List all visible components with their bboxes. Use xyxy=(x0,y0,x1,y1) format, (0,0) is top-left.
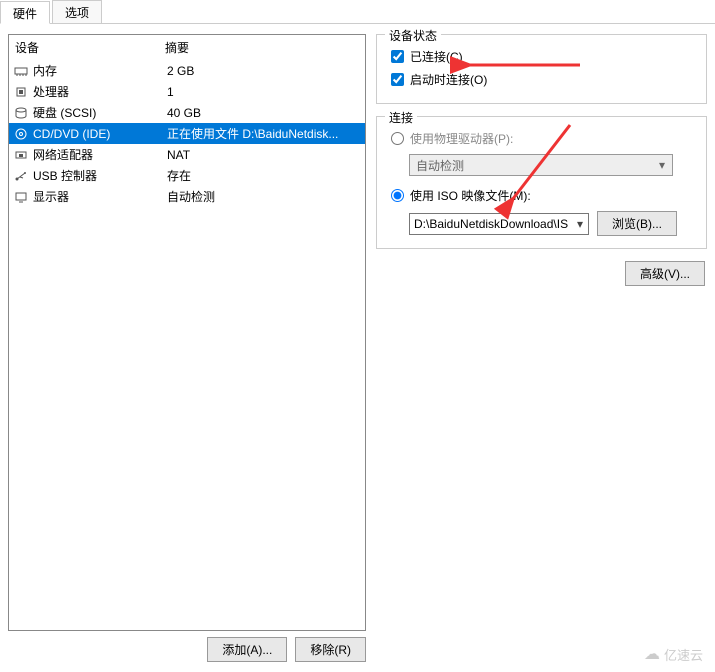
device-summary: 2 GB xyxy=(167,64,361,78)
connection-group: 连接 使用物理驱动器(P): 使用 ISO 映像文件(M): 浏览(B)... xyxy=(376,116,707,249)
add-button[interactable]: 添加(A)... xyxy=(207,637,287,662)
device-row[interactable]: 处理器 1 xyxy=(9,81,365,102)
cpu-icon xyxy=(13,85,29,99)
device-row[interactable]: 硬盘 (SCSI) 40 GB xyxy=(9,102,365,123)
iso-file-radio[interactable] xyxy=(391,189,404,202)
device-status-title: 设备状态 xyxy=(385,27,441,44)
watermark-text: 亿速云 xyxy=(664,645,703,664)
advanced-button[interactable]: 高级(V)... xyxy=(625,261,705,286)
memory-icon xyxy=(13,64,29,78)
device-name: 处理器 xyxy=(33,83,163,100)
device-status-group: 设备状态 已连接(C) 启动时连接(O) xyxy=(376,34,707,104)
connected-checkbox-row[interactable]: 已连接(C) xyxy=(389,45,694,68)
tabs-bar: 硬件 选项 xyxy=(0,0,715,24)
browse-button[interactable]: 浏览(B)... xyxy=(597,211,677,236)
connection-title: 连接 xyxy=(385,109,417,126)
device-row[interactable]: 内存 2 GB xyxy=(9,60,365,81)
header-device: 设备 xyxy=(15,39,165,56)
remove-button[interactable]: 移除(R) xyxy=(295,637,366,662)
tab-options[interactable]: 选项 xyxy=(52,0,102,23)
device-name: 网络适配器 xyxy=(33,146,163,163)
advanced-row: 高级(V)... xyxy=(376,261,707,286)
device-row[interactable]: USB 控制器存在 xyxy=(9,165,365,186)
iso-file-row[interactable]: 使用 ISO 映像文件(M): xyxy=(389,184,694,207)
connected-label: 已连接(C) xyxy=(410,48,463,65)
cloud-icon: ☁ xyxy=(644,644,660,664)
iso-file-input-row: 浏览(B)... xyxy=(409,211,694,236)
device-row[interactable]: 显示器自动检测 xyxy=(9,186,365,207)
device-summary: 存在 xyxy=(167,167,361,184)
connect-on-power-row[interactable]: 启动时连接(O) xyxy=(389,68,694,91)
physical-drive-label: 使用物理驱动器(P): xyxy=(410,130,513,147)
watermark: ☁ 亿速云 xyxy=(644,644,703,664)
physical-drive-dropdown-wrap xyxy=(409,154,694,176)
device-name: USB 控制器 xyxy=(33,167,163,184)
cd-icon xyxy=(13,127,29,141)
main-content: 设备 摘要 内存 2 GB 处理器 1 硬盘 (SCSI) 40 GB CD/DVD (ID… xyxy=(0,24,715,672)
device-name: CD/DVD (IDE) xyxy=(33,127,163,141)
connect-on-power-label: 启动时连接(O) xyxy=(410,71,487,88)
physical-drive-row[interactable]: 使用物理驱动器(P): xyxy=(389,127,694,150)
iso-file-input[interactable] xyxy=(409,213,589,235)
device-summary: NAT xyxy=(167,148,361,162)
device-list-header: 设备 摘要 xyxy=(9,35,365,60)
header-summary: 摘要 xyxy=(165,39,359,56)
device-summary: 40 GB xyxy=(167,106,361,120)
connected-checkbox[interactable] xyxy=(391,50,404,63)
physical-drive-dropdown xyxy=(409,154,673,176)
usb-icon xyxy=(13,169,29,183)
display-icon xyxy=(13,190,29,204)
device-buttons: 添加(A)... 移除(R) xyxy=(8,631,366,664)
device-summary: 1 xyxy=(167,85,361,99)
physical-drive-radio[interactable] xyxy=(391,132,404,145)
device-summary: 自动检测 xyxy=(167,188,361,205)
tab-hardware[interactable]: 硬件 xyxy=(0,1,50,24)
nic-icon xyxy=(13,148,29,162)
device-name: 硬盘 (SCSI) xyxy=(33,104,163,121)
device-summary: 正在使用文件 D:\BaiduNetdisk... xyxy=(167,125,361,142)
device-row[interactable]: 网络适配器 NAT xyxy=(9,144,365,165)
left-panel: 设备 摘要 内存 2 GB 处理器 1 硬盘 (SCSI) 40 GB CD/DVD (ID… xyxy=(8,34,366,664)
device-name: 内存 xyxy=(33,62,163,79)
iso-file-label: 使用 ISO 映像文件(M): xyxy=(410,187,531,204)
right-panel: 设备状态 已连接(C) 启动时连接(O) 连接 使用物理驱动器(P): xyxy=(376,34,707,664)
device-list: 设备 摘要 内存 2 GB 处理器 1 硬盘 (SCSI) 40 GB CD/DVD (ID… xyxy=(8,34,366,631)
disk-icon xyxy=(13,106,29,120)
connect-on-power-checkbox[interactable] xyxy=(391,73,404,86)
device-name: 显示器 xyxy=(33,188,163,205)
device-row[interactable]: CD/DVD (IDE) 正在使用文件 D:\BaiduNetdisk... xyxy=(9,123,365,144)
